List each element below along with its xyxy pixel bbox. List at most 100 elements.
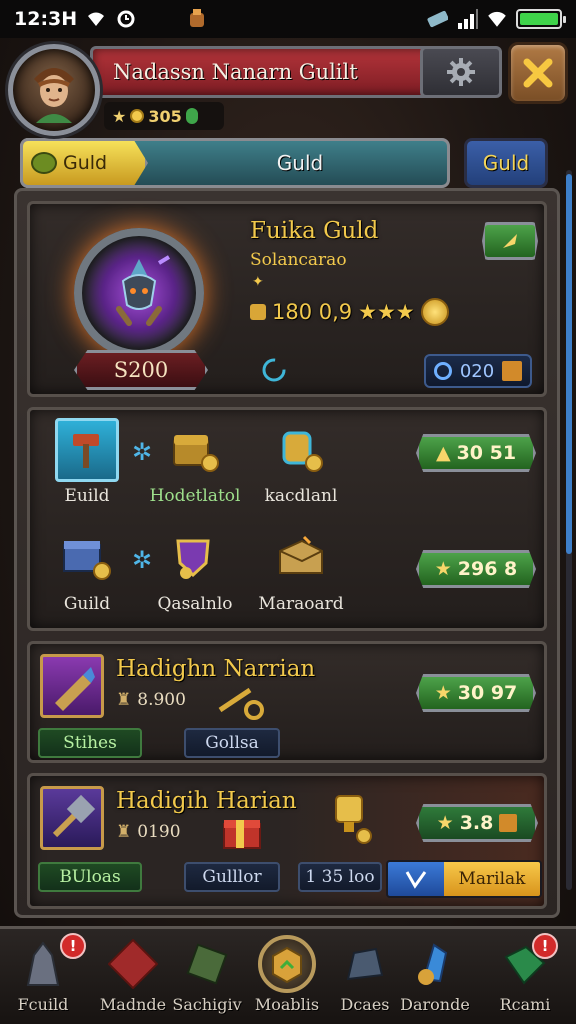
featured-guild-stat-value: 180 0,9 [272,300,353,324]
crate-icon [55,526,119,590]
key-icon [216,680,264,724]
item-label: Guild [63,594,111,614]
tab-guild-secondary[interactable]: Guld [464,138,548,188]
guild-power-badge: S200 [74,350,208,390]
manage-action[interactable]: Marilak [386,860,542,898]
entry-stat-value: 0190 [137,822,181,842]
entry-tag-green: BUloas [38,862,142,892]
warrior-emblem-icon [116,255,171,326]
claim-button-2[interactable]: ★ 296 8 [416,550,536,588]
entry-tag-navy: Gollsa [184,728,280,758]
edit-icon [502,361,523,381]
tab-label: Guld [63,152,108,174]
star-icon: ★ [112,106,127,126]
entry-stat: ♜ 8.900 [116,690,186,710]
tab-label: Guld [482,151,530,175]
settings-button[interactable] [420,46,502,98]
gold-cube-icon [258,935,316,993]
featured-guild-stats: 180 0,9 ★★★ [250,298,449,326]
join-featured-button[interactable] [482,222,538,260]
shield-icon [163,526,227,590]
star-rating-icon: ★★★ [358,300,415,324]
nav-guild[interactable]: Fcuild ! [2,933,86,1023]
entry-tag-navy: Gulllor [184,862,280,892]
battery-icon [516,9,566,29]
gold-trophy-icon [324,792,376,850]
tab-guild-active[interactable]: Guld [20,138,148,188]
rank-icon: ♜ [116,822,132,842]
nav-moablis[interactable]: Moablis [246,935,328,1023]
sparkle-icon: ✦ [252,274,264,290]
item-shield[interactable]: Qasalnlo [140,526,250,614]
chest-icon [163,418,227,482]
gear-icon [447,58,475,86]
item-label: Euild [64,486,110,506]
entry-stat: ♜ 0190 [116,822,181,842]
gold-coin-icon [420,298,449,326]
featured-guild-name: Fuika Guld [250,218,379,244]
gift-box-icon [220,812,266,856]
storage-icon [426,8,448,30]
entry1-claim-button[interactable]: ★ 30 97 [416,674,536,712]
close-icon [523,58,553,88]
entry-stat-value: 8.900 [137,690,186,710]
item-label: Qasalnlo [157,594,233,614]
item-build[interactable]: Euild [32,418,142,506]
signal-icon [456,8,478,30]
currency-display: ★ 305 [104,102,224,130]
guild-list-frame: S200 Fuika Guld Solancarao ✦ 180 0,9 ★★★… [14,188,560,918]
guild-entry-1[interactable]: Hadighn Narrian ♜ 8.900 Stihes Gollsa ★ … [27,641,547,763]
weapon-icon [40,654,104,718]
item-label: Hodetlatol [149,486,241,506]
nav-sachigiv[interactable]: Sachigiv [166,935,248,1023]
nav-rcami[interactable]: Rcami ! [484,933,566,1023]
star-icon: ★ [434,682,452,704]
guild-title: Nadassn Nanarn Gulilt [113,60,358,84]
nav-label: Rcami [499,995,551,1014]
nav-label: Madnde [99,995,167,1014]
guild-items-panel: Euild ✲ Hodetlatol kacdlanl ▲ 30 51 Guil… [27,407,547,631]
nav-daronde[interactable]: Daronde [394,935,476,1023]
tab-guild-list[interactable]: Guld [150,138,450,188]
claim-button-1[interactable]: ▲ 30 51 [416,434,536,472]
claim-value: 30 97 [457,682,518,704]
close-button[interactable] [508,42,568,104]
coin-icon [130,109,145,123]
currency-value: 305 [148,106,182,126]
gem-icon [185,108,198,124]
guild-emblem [74,228,204,358]
entry-tag-green: Stihes [38,728,142,758]
arrow-icon [503,234,517,248]
item-box[interactable]: Maraoard [246,526,356,614]
wifi-strength-icon [486,8,508,30]
nav-madnde[interactable]: Madnde [92,935,174,1023]
entry-count-pill: 1 35 loo [298,862,382,892]
search-member-icon [433,362,452,380]
nav-label: Daronde [400,995,470,1014]
star-icon: ★ [434,558,452,580]
scrollbar[interactable] [566,170,572,890]
item-potion[interactable]: kacdlanl [246,418,356,506]
featured-guild-card[interactable]: S200 Fuika Guld Solancarao ✦ 180 0,9 ★★★… [27,201,547,397]
red-book-icon [104,935,162,993]
refresh-icon[interactable] [260,356,288,388]
share-icon[interactable] [388,862,444,896]
avatar[interactable] [8,44,100,136]
stone-icon [336,935,394,993]
guild-entry-2[interactable]: Hadigih Harian ♜ 0190 BUloas Gulllor 1 3… [27,773,547,909]
guild-power: S200 [113,358,169,382]
entry2-claim-button[interactable]: ★ 3.8 [416,804,538,842]
edit-icon [499,814,518,832]
guild-tab-icon [31,152,57,174]
item-chest[interactable]: Hodetlatol [140,418,250,506]
hammer-weapon-icon [40,786,104,850]
blue-potion-icon [406,935,464,993]
notification-badge: ! [60,933,86,959]
item-crate[interactable]: Guild [32,526,142,614]
guild-header: Nadassn Nanarn Gulilt ★ 305 [0,38,576,136]
potion-icon [269,418,333,482]
coin-stack-icon [250,304,266,320]
manage-button[interactable]: Marilak [444,862,540,896]
member-count-pill: 020 [424,354,532,388]
claim-value: 296 8 [457,558,518,580]
